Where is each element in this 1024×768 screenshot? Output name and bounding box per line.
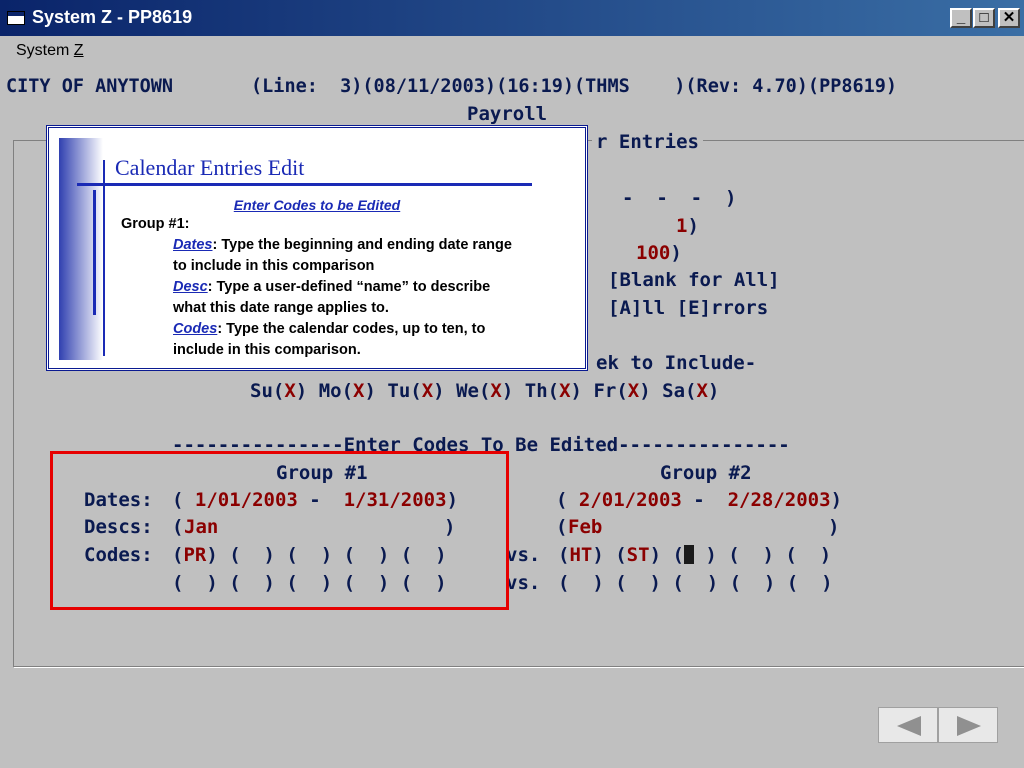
limit-field-value[interactable]: 100 (636, 242, 670, 264)
callout-text: : Type the beginning and ending date ran… (212, 237, 512, 253)
callout-text: : Type the calendar codes, up to ten, to (217, 321, 486, 337)
callout-desc-line: Desc: Type a user-defined “name” to desc… (173, 279, 490, 295)
day-su-field[interactable]: X (284, 380, 295, 402)
callout-group-label: Group #1: (121, 216, 190, 232)
menu-system-label: System (16, 42, 74, 59)
menu-system-mnemonic: Z (73, 42, 84, 59)
callout-dates-line: Dates: Type the beginning and ending dat… (173, 237, 512, 253)
group2-desc-open: ( (556, 516, 568, 538)
title-bar: System Z - PP8619 _ □ ✕ (0, 0, 1024, 36)
help-callout: Calendar Entries Edit Enter Codes to be … (46, 125, 588, 371)
vs-label: vs. (506, 572, 541, 594)
callout-title-rule (77, 183, 532, 186)
dates-keyword-link[interactable]: Dates (173, 237, 213, 253)
day-label: Th (524, 380, 548, 402)
window-title: System Z - PP8619 (32, 7, 193, 27)
callout-vertical-rule (103, 160, 105, 356)
close-button[interactable]: ✕ (998, 8, 1020, 28)
triangle-right-icon (957, 716, 981, 736)
group2-codes-row1: (HT) (ST) ( ) ( ) ( ) (558, 544, 832, 566)
maximize-button[interactable]: □ (973, 8, 995, 28)
day-fr-field[interactable]: X (628, 380, 639, 402)
callout-text: to include in this comparison (173, 258, 375, 274)
callout-text: : Type a user-defined “name” to describe (207, 279, 491, 295)
day-sa-field[interactable]: X (696, 380, 707, 402)
day-label: Su (250, 380, 273, 402)
callout-text: what this date range applies to. (173, 300, 389, 316)
blank-for-all-hint: [Blank for All] (608, 269, 780, 291)
callout-codes-line: Codes: Type the calendar codes, up to te… (173, 321, 485, 337)
day-mo-field[interactable]: X (353, 380, 364, 402)
range-close: - - - ) (622, 187, 737, 209)
slide-navigation (878, 707, 1000, 743)
minimize-button[interactable]: _ (950, 8, 972, 28)
days-row: Su(X) Mo(X) Tu(X) We(X) Th(X) Fr(X) Sa(X… (250, 380, 720, 402)
all-errors-hint: [A]ll [E]rrors (608, 297, 769, 319)
group2-header: Group #2 (660, 462, 752, 484)
line-field-value[interactable]: 1 (676, 215, 687, 237)
triangle-left-icon (897, 716, 921, 736)
day-tu-field[interactable]: X (422, 380, 433, 402)
next-button[interactable] (938, 707, 998, 743)
menu-bar: System Z (0, 36, 1024, 66)
callout-title: Calendar Entries Edit (115, 155, 305, 180)
desc-keyword-link[interactable]: Desc (173, 279, 208, 295)
app-window-icon[interactable] (7, 11, 25, 25)
section-title: r Entries (592, 131, 703, 153)
group1-highlight-box (50, 451, 509, 610)
previous-button[interactable] (878, 707, 938, 743)
menu-system[interactable]: System Z (16, 42, 84, 60)
line-field-close: ) (687, 215, 699, 237)
code-field[interactable]: ST (627, 544, 650, 566)
group2-date-from-input[interactable]: 2/01/2003 (567, 489, 682, 511)
group2-dates: ( 2/01/2003 - 2/28/2003) (556, 489, 843, 511)
group2-date-to-input[interactable]: 2/28/2003 (716, 489, 831, 511)
group2-desc-close: ) (828, 516, 840, 538)
callout-gradient-bar (59, 138, 103, 360)
day-we-field[interactable]: X (490, 380, 501, 402)
day-label: Mo (318, 380, 342, 402)
callout-subtitle: Enter Codes to be Edited (233, 197, 401, 213)
group2-desc-input[interactable]: Feb (568, 516, 602, 538)
days-header: ek to Include- (596, 352, 757, 374)
codes-keyword-link[interactable]: Codes (173, 321, 217, 337)
group2-codes-row2: ( ) ( ) ( ) ( ) ( ) (558, 572, 833, 594)
callout-text: include in this comparison. (173, 342, 361, 358)
day-th-field[interactable]: X (559, 380, 570, 402)
vs-label: vs. (506, 544, 541, 566)
day-label: Tu (387, 380, 411, 402)
text-cursor (683, 545, 694, 564)
day-label: We (456, 380, 479, 402)
status-line: CITY OF ANYTOWN (Line: 3)(08/11/2003)(16… (6, 76, 898, 97)
day-label: Sa (662, 380, 686, 402)
limit-field-close: ) (670, 242, 682, 264)
module-title: Payroll (467, 103, 548, 125)
day-label: Fr (593, 380, 617, 402)
code-field[interactable]: HT (569, 544, 592, 566)
